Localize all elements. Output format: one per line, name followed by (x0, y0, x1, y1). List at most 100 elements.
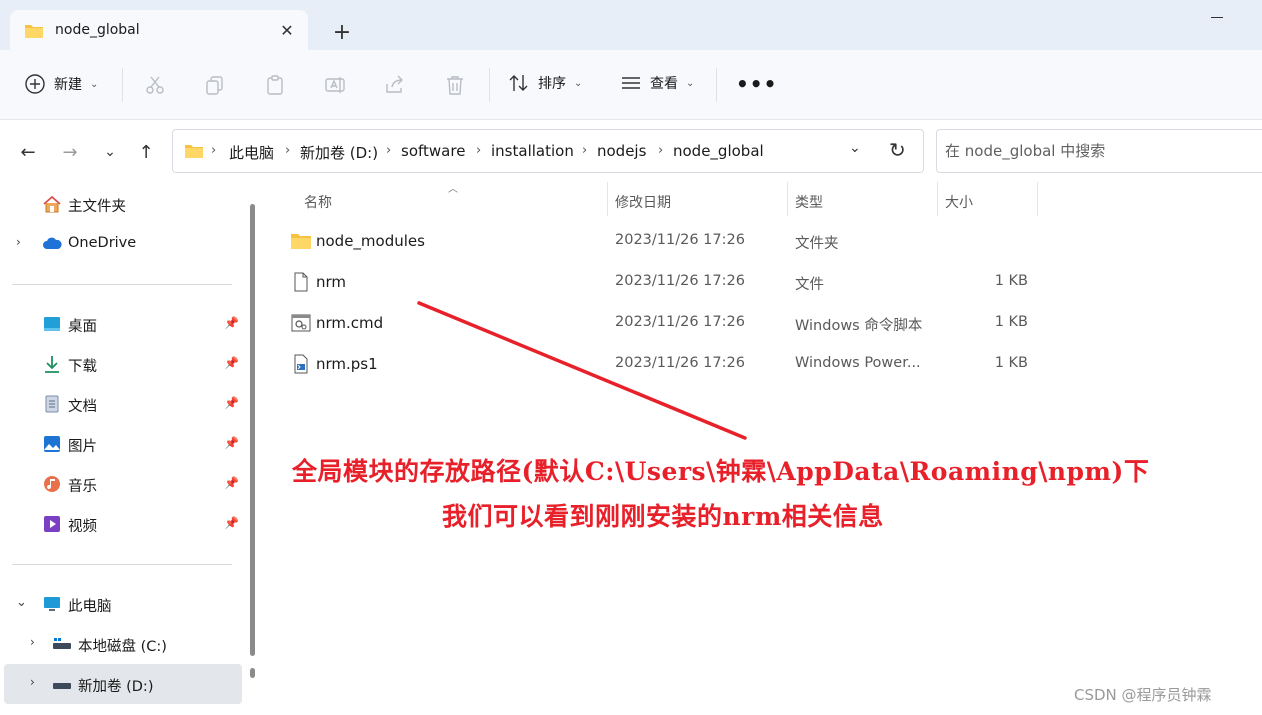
powershell-script-icon (294, 354, 308, 374)
column-header-name[interactable]: 名称 (304, 192, 332, 212)
plus-circle-icon (25, 74, 45, 94)
pin-icon[interactable]: 📌 (224, 356, 239, 370)
file-modified: 2023/11/26 17:26 (615, 314, 745, 330)
new-button[interactable]: 新建 ⌄ (24, 73, 98, 95)
file-row[interactable]: node_modules 2023/11/26 17:26 文件夹 (286, 222, 1046, 262)
file-row[interactable]: nrm.ps1 2023/11/26 17:26 Windows Power..… (286, 345, 1046, 385)
column-header-size[interactable]: 大小 (945, 192, 973, 212)
close-tab-icon[interactable]: ✕ (276, 19, 298, 41)
address-bar[interactable]: › 此电脑 › 新加卷 (D:) › software › installati… (172, 129, 924, 173)
new-button-label: 新建 (54, 77, 82, 93)
file-row[interactable]: nrm 2023/11/26 17:26 文件 1 KB (286, 263, 1046, 303)
home-icon (43, 195, 61, 213)
more-options-button[interactable]: ••• (736, 72, 777, 96)
column-divider[interactable] (607, 182, 608, 216)
tab-title: node_global (55, 22, 140, 38)
chevron-down-icon: ⌄ (574, 77, 583, 89)
column-header-modified[interactable]: 修改日期 (615, 192, 671, 212)
desktop-icon (44, 317, 60, 331)
file-name: nrm.ps1 (316, 355, 378, 373)
tab-bar: node_global ✕ + (0, 0, 1262, 52)
breadcrumb-drive-d[interactable]: 新加卷 (D:) (300, 142, 378, 163)
new-tab-button[interactable]: + (328, 18, 356, 46)
share-icon[interactable] (384, 74, 406, 96)
pin-icon[interactable]: 📌 (224, 396, 239, 410)
breadcrumb-installation[interactable]: installation (491, 142, 574, 160)
file-row[interactable]: nrm.cmd 2023/11/26 17:26 Windows 命令脚本 1 … (286, 304, 1046, 344)
file-size: 1 KB (994, 273, 1028, 289)
chevron-right-icon[interactable]: › (16, 235, 21, 249)
command-bar: 新建 ⌄ 排序 ⌄ 查看 ⌄ ••• (0, 50, 1262, 120)
chevron-down-icon[interactable]: ⌄ (16, 595, 27, 610)
chevron-right-icon: › (386, 143, 392, 158)
file-modified: 2023/11/26 17:26 (615, 273, 745, 289)
pin-icon[interactable]: 📌 (224, 436, 239, 450)
computer-icon (44, 597, 60, 611)
refresh-icon[interactable]: ↻ (889, 138, 906, 162)
sort-icon (509, 75, 528, 91)
minimize-button[interactable] (1206, 5, 1230, 25)
breadcrumb-this-pc[interactable]: 此电脑 (229, 142, 274, 163)
sidebar-item-drive-d[interactable]: › 新加卷 (D:) (4, 664, 242, 704)
scrollbar-thumb[interactable] (250, 668, 255, 678)
chevron-right-icon[interactable]: › (30, 635, 35, 649)
file-type: 文件夹 (795, 236, 839, 252)
drive-icon (53, 683, 71, 689)
sidebar-item-videos[interactable]: 视频 📌 (0, 504, 242, 544)
recent-locations-chevron-icon[interactable]: ⌄ (98, 140, 122, 164)
drive-icon (53, 638, 71, 649)
sidebar-item-drive-c[interactable]: › 本地磁盘 (C:) (0, 624, 242, 664)
chevron-right-icon[interactable]: › (30, 675, 35, 689)
breadcrumb-nodejs[interactable]: nodejs (597, 142, 646, 160)
sidebar-item-documents[interactable]: 文档 📌 (0, 384, 242, 424)
cut-icon[interactable] (144, 74, 166, 96)
search-input[interactable] (945, 140, 1245, 162)
sidebar-item-home[interactable]: 主文件夹 (0, 184, 242, 224)
sidebar-item-downloads[interactable]: 下载 📌 (0, 344, 242, 384)
search-box[interactable] (936, 129, 1262, 173)
sidebar-item-desktop[interactable]: 桌面 📌 (0, 304, 242, 344)
breadcrumb-software[interactable]: software (401, 142, 465, 160)
sidebar-item-label: 此电脑 (68, 599, 112, 615)
annotation-text-line1: 全局模块的存放路径(默认C:\Users\钟霖\AppData\Roaming\… (292, 457, 1150, 486)
pin-icon[interactable]: 📌 (224, 316, 239, 330)
up-arrow-icon[interactable]: ↑ (134, 140, 158, 164)
sidebar-scrollbar[interactable] (246, 182, 260, 715)
paste-icon[interactable] (264, 74, 286, 96)
sidebar-item-this-pc[interactable]: ⌄ 此电脑 (0, 584, 242, 624)
sidebar-item-onedrive[interactable]: › OneDrive (0, 224, 242, 264)
column-divider[interactable] (787, 182, 788, 216)
sort-label: 排序 (538, 76, 566, 92)
copy-icon[interactable] (204, 74, 226, 96)
back-arrow-icon[interactable]: ← (16, 140, 40, 164)
address-row: ← → ⌄ ↑ › 此电脑 › 新加卷 (D:) › software › in… (0, 120, 1262, 182)
sidebar-item-music[interactable]: 音乐 📌 (0, 464, 242, 504)
sidebar-item-label: 音乐 (68, 479, 97, 495)
cmd-script-icon (291, 314, 311, 332)
column-header-type[interactable]: 类型 (795, 192, 823, 212)
address-dropdown-chevron-icon[interactable]: ⌄ (849, 140, 861, 156)
scrollbar-thumb[interactable] (250, 204, 255, 656)
pin-icon[interactable]: 📌 (224, 516, 239, 530)
column-divider[interactable] (937, 182, 938, 216)
forward-arrow-icon[interactable]: → (58, 140, 82, 164)
delete-icon[interactable] (444, 74, 466, 96)
sidebar-item-label: 本地磁盘 (C:) (78, 639, 167, 655)
chevron-right-icon: › (285, 143, 291, 158)
sidebar-item-label: 下载 (68, 359, 97, 375)
sidebar-divider (12, 564, 232, 565)
video-icon (44, 516, 60, 532)
file-modified: 2023/11/26 17:26 (615, 232, 745, 248)
chevron-right-icon: › (582, 143, 588, 158)
sidebar-item-pictures[interactable]: 图片 📌 (0, 424, 242, 464)
view-button[interactable]: 查看 ⌄ (620, 73, 694, 93)
file-modified: 2023/11/26 17:26 (615, 355, 745, 371)
sidebar-item-label: 主文件夹 (68, 199, 126, 215)
file-type: 文件 (795, 277, 824, 293)
column-divider[interactable] (1037, 182, 1038, 216)
breadcrumb-node-global[interactable]: node_global (673, 142, 764, 160)
sort-button[interactable]: 排序 ⌄ (508, 73, 582, 93)
tab-node-global[interactable]: node_global ✕ (10, 10, 308, 52)
pin-icon[interactable]: 📌 (224, 476, 239, 490)
rename-icon[interactable] (324, 74, 346, 96)
